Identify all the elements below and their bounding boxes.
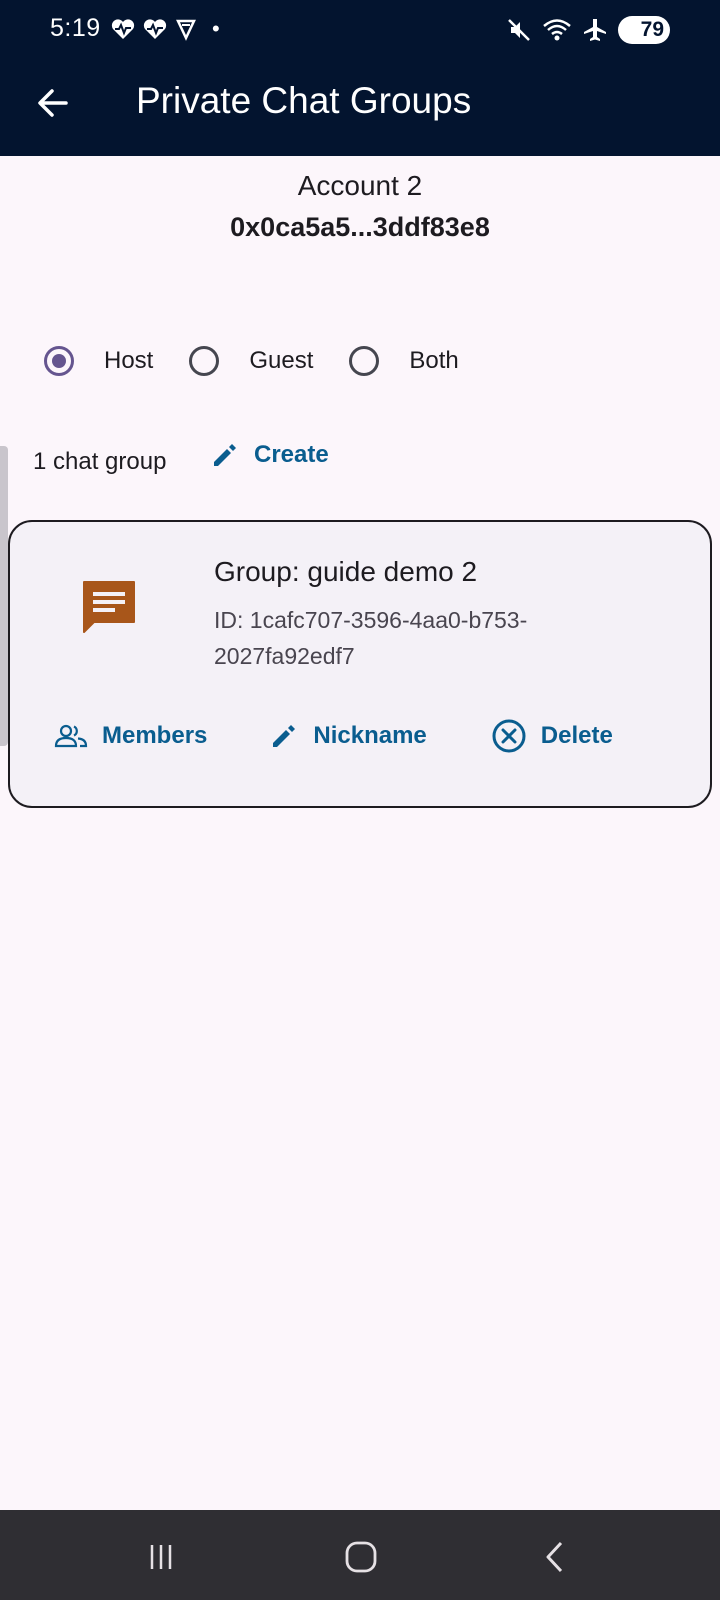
group-actions: Members Nickname Delete	[54, 718, 613, 754]
delete-label: Delete	[540, 722, 613, 749]
radio-guest[interactable]: Guest	[189, 346, 313, 376]
radio-both[interactable]: Both	[349, 346, 459, 376]
page-title: Private Chat Groups	[136, 80, 472, 121]
pencil-icon	[273, 725, 296, 747]
vpn-shield-icon	[176, 19, 196, 41]
chevron-left-icon	[546, 1541, 563, 1573]
mute-icon	[508, 19, 530, 41]
system-back-button[interactable]	[530, 1532, 580, 1582]
heartbeat-icon	[143, 19, 167, 39]
create-group-button[interactable]: Create	[210, 440, 329, 470]
group-card[interactable]: Group: guide demo 2 ID: 1cafc707-3596-4a…	[8, 520, 712, 808]
pencil-icon	[214, 444, 236, 466]
scroll-indicator	[0, 446, 8, 746]
group-name: Group: guide demo 2	[214, 556, 478, 587]
system-status-icons: 79	[506, 16, 670, 44]
radio-button[interactable]	[349, 346, 380, 376]
recent-apps-icon	[150, 1545, 172, 1569]
notification-icons: •	[110, 16, 220, 42]
battery-indicator: 79	[618, 16, 670, 44]
radio-button-selected[interactable]	[44, 346, 74, 376]
account-name: Account 2	[297, 170, 423, 201]
home-icon	[345, 1541, 377, 1573]
screen: 5:19 • 79 Private Chat Groups Account 2 …	[0, 0, 720, 1600]
account-address: 0x0ca5a5...3ddf83e8	[230, 212, 490, 242]
top-app-bar: 5:19 • 79 Private Chat Groups	[0, 0, 720, 156]
people-icon	[54, 724, 88, 748]
recent-apps-button[interactable]	[136, 1532, 186, 1582]
radio-label-both: Both	[409, 347, 459, 374]
radio-button[interactable]	[189, 346, 220, 376]
cancel-circle-icon	[492, 719, 526, 753]
heartbeat-icon	[111, 19, 135, 39]
chat-bubble-icon	[83, 581, 135, 633]
system-navigation-bar	[0, 1510, 720, 1600]
create-label: Create	[254, 441, 329, 468]
notification-dot: •	[212, 16, 220, 41]
members-label: Members	[102, 722, 208, 749]
group-id: ID: 1cafc707-3596-4aa0-b753-2027fa92edf7	[214, 607, 528, 669]
wifi-icon	[543, 19, 571, 41]
radio-label-guest: Guest	[249, 347, 314, 374]
nickname-button[interactable]: Nickname	[269, 721, 427, 751]
airplane-icon	[584, 19, 606, 41]
home-button[interactable]	[336, 1532, 386, 1582]
members-button[interactable]: Members	[54, 721, 207, 751]
delete-button[interactable]: Delete	[491, 718, 613, 754]
radio-host[interactable]: Host	[44, 346, 153, 376]
status-time: 5:19	[50, 14, 101, 42]
group-count: 1 chat group	[33, 448, 167, 475]
role-filter: Host Guest Both	[44, 346, 495, 376]
back-button[interactable]	[28, 78, 78, 128]
radio-label-host: Host	[104, 347, 154, 374]
battery-level: 79	[640, 18, 664, 41]
arrow-back-icon	[38, 89, 68, 117]
nickname-label: Nickname	[313, 722, 427, 749]
